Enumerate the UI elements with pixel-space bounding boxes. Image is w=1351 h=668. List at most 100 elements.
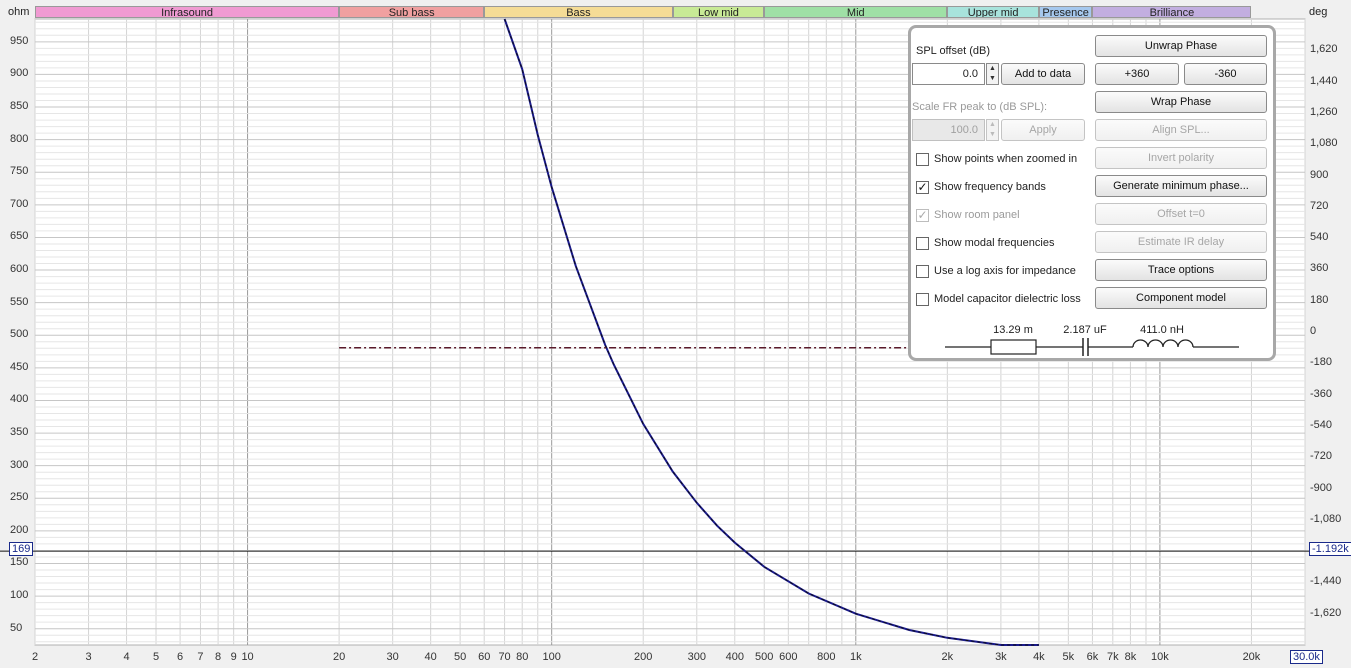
x-tick-label: 300 <box>687 651 706 663</box>
y-tick-label: 950 <box>10 34 29 47</box>
generate-minimum-phase-button[interactable]: Generate minimum phase... <box>1095 175 1267 197</box>
y2-tick-label: -900 <box>1310 481 1333 494</box>
right-cursor-readout: -1.192k <box>1309 542 1351 556</box>
x-tick-label: 20 <box>332 651 346 663</box>
y2-tick-label: 540 <box>1310 231 1329 244</box>
inductor-symbol <box>1132 339 1194 348</box>
checkbox-label[interactable]: Use a log axis for impedance <box>934 265 1076 277</box>
band-low-mid: Low mid <box>672 6 765 18</box>
inductor-value: 411.0 nH <box>1140 324 1184 336</box>
wrap-phase-button[interactable]: Wrap Phase <box>1095 91 1267 113</box>
x-tick-label: 4k <box>1033 651 1045 663</box>
y2-tick-label: 360 <box>1310 262 1329 275</box>
y-tick-label: 500 <box>10 328 29 341</box>
checkbox-label[interactable]: Show room panel <box>934 209 1020 221</box>
x-tick-label: 4 <box>123 651 130 663</box>
y2-tick-label: 180 <box>1310 293 1329 306</box>
x-tick-label: 6k <box>1086 651 1099 663</box>
x-tick-label: 80 <box>516 651 529 663</box>
y2-tick-label: -180 <box>1310 356 1333 369</box>
y-tick-label: 450 <box>10 360 29 373</box>
y2-tick-label: -360 <box>1310 387 1333 400</box>
x-tick-label: 500 <box>755 651 774 663</box>
y-tick-label: 600 <box>10 263 29 276</box>
checkbox-label[interactable]: Show frequency bands <box>934 181 1046 193</box>
y2-tick-label: 0 <box>1310 325 1317 337</box>
x-tick-label: 800 <box>817 651 836 663</box>
trace-options-button[interactable]: Trace options <box>1095 259 1267 281</box>
band-infrasound: Infrasound <box>35 6 340 18</box>
y-tick-label: 150 <box>10 556 29 569</box>
scale-fr-stepper[interactable]: ▲ ▼ <box>986 119 999 141</box>
offset-t-0-button[interactable]: Offset t=0 <box>1095 203 1267 225</box>
apply-button[interactable]: Apply <box>1001 119 1085 141</box>
x-tick-label: 60 <box>478 651 491 663</box>
checkbox-label[interactable]: Model capacitor dielectric loss <box>934 293 1081 305</box>
band-upper-mid: Upper mid <box>947 6 1039 18</box>
x-end-readout[interactable]: 30.0k <box>1290 650 1323 664</box>
graph-controls-panel: SPL offset (dB) 0.0 ▲ ▼ Add to data Scale… <box>908 25 1276 361</box>
x-tick-label: 30 <box>386 651 399 663</box>
checkbox[interactable] <box>916 237 929 250</box>
checkbox-label[interactable]: Show points when zoomed in <box>934 153 1077 165</box>
x-tick-label: 20k <box>1242 651 1261 663</box>
x-tick-label: 10k <box>1151 651 1169 663</box>
resistor-value: 13.29 m <box>993 324 1033 336</box>
y2-tick-label: -720 <box>1310 450 1333 463</box>
add-to-data-button[interactable]: Add to data <box>1001 63 1085 85</box>
spl-offset-stepper[interactable]: ▲ ▼ <box>986 63 999 85</box>
x-tick-label: 400 <box>725 651 744 663</box>
x-tick-label: 100 <box>542 651 561 663</box>
x-tick-label: 5 <box>152 651 160 663</box>
checkbox[interactable]: ✓ <box>916 181 929 194</box>
capacitor-value: 2.187 uF <box>1063 324 1107 336</box>
y-tick-label: 800 <box>10 132 29 145</box>
y-tick-label: 750 <box>10 165 29 178</box>
y-tick-label: 700 <box>10 197 29 210</box>
spl-offset-label: SPL offset (dB) <box>916 45 990 57</box>
x-tick-label: 1k <box>849 651 862 663</box>
right-axis-unit: deg <box>1309 6 1328 18</box>
x-tick-label: 6 <box>177 651 184 663</box>
unwrap-phase-button[interactable]: Unwrap Phase <box>1095 35 1267 57</box>
x-tick-label: 50 <box>454 651 467 663</box>
y2-tick-label: 1,260 <box>1310 105 1338 118</box>
checkbox[interactable] <box>916 293 929 306</box>
x-tick-label: 8k <box>1124 651 1137 663</box>
checkbox[interactable] <box>916 265 929 278</box>
x-tick-label: 7 <box>197 651 204 663</box>
left-cursor-readout: 169 <box>9 542 34 556</box>
band-bass: Bass <box>484 6 673 18</box>
x-tick-label: 70 <box>498 651 511 663</box>
checkbox-label[interactable]: Show modal frequencies <box>934 237 1054 249</box>
x-tick-label: 2 <box>31 651 39 663</box>
align-spl-button[interactable]: Align SPL... <box>1095 119 1267 141</box>
+360-button[interactable]: +360 <box>1095 63 1179 85</box>
scale-fr-field[interactable]: 100.0 <box>912 119 985 141</box>
y-tick-label: 300 <box>10 458 29 471</box>
y2-tick-label: 1,620 <box>1310 43 1338 56</box>
-360-button[interactable]: -360 <box>1184 63 1267 85</box>
band-sub-bass: Sub bass <box>339 6 485 18</box>
x-tick-label: 10 <box>241 651 254 663</box>
y2-tick-label: 720 <box>1310 199 1329 212</box>
x-tick-label: 3k <box>995 651 1007 663</box>
x-tick-label: 2k <box>941 651 954 663</box>
x-tick-label: 5k <box>1062 651 1075 663</box>
x-tick-label: 600 <box>779 651 798 663</box>
band-presence: Presence <box>1038 6 1093 18</box>
y-tick-label: 350 <box>10 426 29 439</box>
checkbox[interactable] <box>916 153 929 166</box>
invert-polarity-button[interactable]: Invert polarity <box>1095 147 1267 169</box>
y2-tick-label: -1,620 <box>1310 606 1342 619</box>
estimate-ir-delay-button[interactable]: Estimate IR delay <box>1095 231 1267 253</box>
scale-fr-label: Scale FR peak to (dB SPL): <box>912 101 1048 113</box>
y-tick-label: 900 <box>10 67 29 80</box>
checkbox[interactable]: ✓ <box>916 209 929 222</box>
spl-offset-field[interactable]: 0.0 <box>912 63 985 85</box>
component-model-button[interactable]: Component model <box>1095 287 1267 309</box>
resistor-symbol <box>990 339 1037 355</box>
x-tick-label: 7k <box>1106 651 1119 663</box>
band-brilliance: Brilliance <box>1092 6 1252 18</box>
x-tick-label: 3 <box>85 651 92 663</box>
